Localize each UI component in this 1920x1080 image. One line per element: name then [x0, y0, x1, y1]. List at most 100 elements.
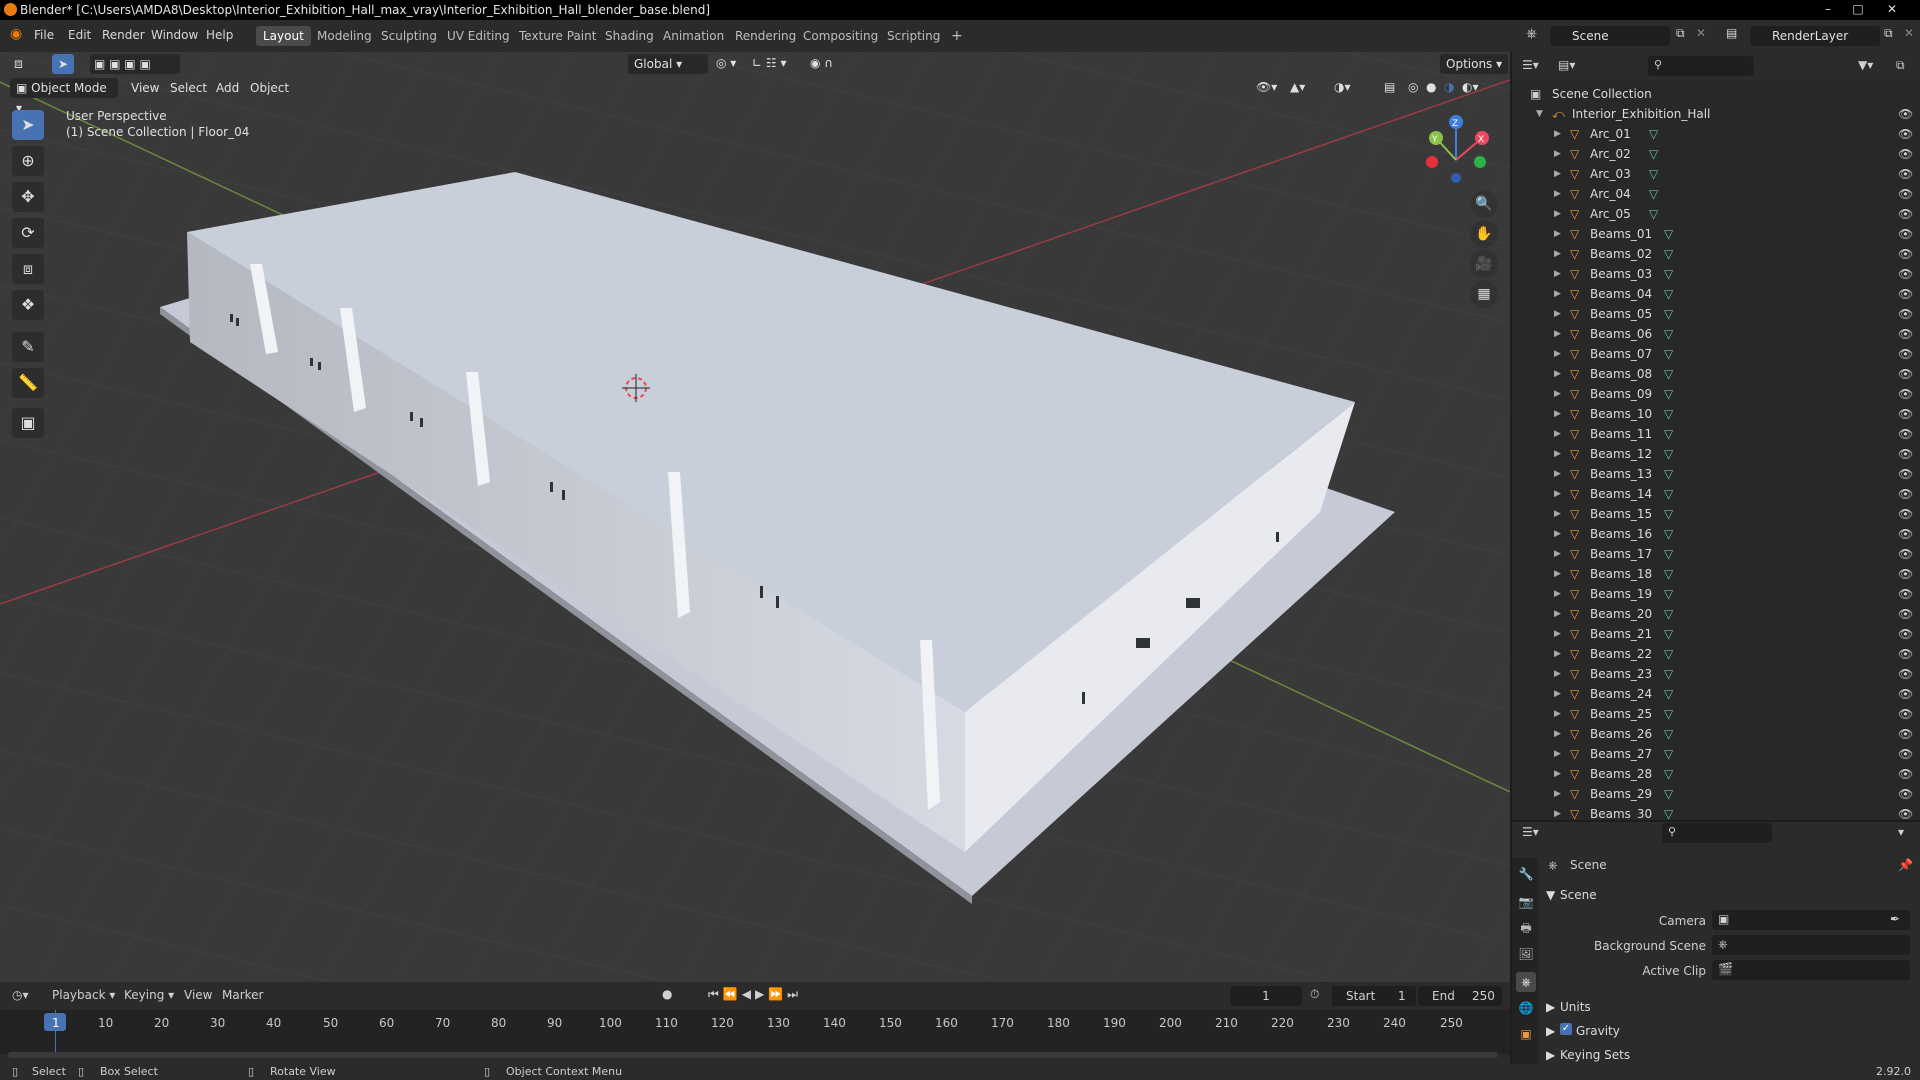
overlay-icon[interactable]: ◑▾ [1334, 80, 1351, 94]
keying-sets-expand-icon[interactable]: ▶ [1546, 1048, 1555, 1062]
ortho-toggle-icon[interactable]: ▦ [1470, 280, 1498, 308]
expand-icon[interactable]: ▶ [1554, 344, 1561, 364]
eye-icon[interactable]: 👁 [1898, 104, 1913, 124]
eye-icon[interactable]: 👁 [1898, 564, 1913, 584]
scene-section-title[interactable]: Scene [1560, 888, 1597, 902]
menu-keying[interactable]: Keying ▾ [124, 988, 174, 1002]
eye-icon[interactable]: 👁 [1898, 784, 1913, 804]
mesh-data-icon[interactable]: ▽ [1664, 564, 1673, 584]
camera-view-icon[interactable]: 🎥 [1470, 250, 1498, 278]
tab-modeling[interactable]: Modeling [310, 26, 379, 46]
pan-hand-icon[interactable]: ✋ [1470, 220, 1498, 248]
visibility-icon[interactable]: 👁▾ [1256, 80, 1277, 94]
mesh-data-icon[interactable]: ▽ [1664, 624, 1673, 644]
tab-scripting[interactable]: Scripting [880, 26, 947, 46]
outliner-editor-icon[interactable]: ☰▾ [1522, 58, 1539, 72]
expand-icon[interactable]: ▶ [1554, 244, 1561, 264]
tab-uv-editing[interactable]: UV Editing [440, 26, 517, 46]
outliner-item[interactable]: ▶ ▽ Beams_07 ▽ 👁 [1512, 344, 1920, 364]
eye-icon[interactable]: 👁 [1898, 444, 1913, 464]
outliner-item[interactable]: ▶ ▽ Beams_24 ▽ 👁 [1512, 684, 1920, 704]
eye-icon[interactable]: 👁 [1898, 324, 1913, 344]
select-box-tool-icon[interactable]: ➤ [12, 110, 44, 140]
eye-icon[interactable]: 👁 [1898, 204, 1913, 224]
maximize-icon[interactable]: □ [1846, 0, 1870, 20]
mesh-data-icon[interactable]: ▽ [1664, 464, 1673, 484]
expand-icon[interactable]: ▶ [1554, 444, 1561, 464]
menu-edit[interactable]: Edit [68, 28, 91, 42]
menu-select[interactable]: Select [170, 81, 207, 95]
mesh-data-icon[interactable]: ▽ [1664, 284, 1673, 304]
blender-menu-icon[interactable]: ◉ [10, 26, 22, 42]
expand-icon[interactable]: ▶ [1554, 704, 1561, 724]
current-frame-field[interactable]: 1 [1230, 986, 1302, 1006]
timeline-editor-icon[interactable]: ◷▾ [12, 988, 29, 1002]
outliner-item[interactable]: ▶ ▽ Beams_22 ▽ 👁 [1512, 644, 1920, 664]
outliner-item[interactable]: ▶ ▽ Beams_20 ▽ 👁 [1512, 604, 1920, 624]
delete-view-layer-icon[interactable]: ✕ [1904, 26, 1914, 40]
move-tool-icon[interactable]: ✥ [12, 182, 44, 212]
eye-icon[interactable]: 👁 [1898, 364, 1913, 384]
eye-icon[interactable]: 👁 [1898, 644, 1913, 664]
gravity-checkbox[interactable]: ✓ [1560, 1023, 1572, 1035]
tab-compositing[interactable]: Compositing [796, 26, 885, 46]
units-expand-icon[interactable]: ▶ [1546, 1000, 1555, 1014]
expand-icon[interactable]: ▶ [1554, 264, 1561, 284]
outliner-item[interactable]: ▶ ▽ Beams_19 ▽ 👁 [1512, 584, 1920, 604]
mesh-data-icon[interactable]: ▽ [1649, 144, 1658, 164]
expand-icon[interactable]: ▶ [1554, 124, 1561, 144]
output-tab-icon[interactable]: 🖶 [1516, 918, 1536, 938]
outliner-item[interactable]: ▶ ▽ Beams_25 ▽ 👁 [1512, 704, 1920, 724]
outliner-item[interactable]: ▶ ▽ Beams_01 ▽ 👁 [1512, 224, 1920, 244]
eye-icon[interactable]: 👁 [1898, 764, 1913, 784]
record-icon[interactable]: ● [662, 987, 672, 1001]
outliner-item[interactable]: ▶ ▽ Beams_14 ▽ 👁 [1512, 484, 1920, 504]
eye-icon[interactable]: 👁 [1898, 144, 1913, 164]
expand-icon[interactable]: ▶ [1554, 384, 1561, 404]
menu-object[interactable]: Object [250, 81, 289, 95]
expand-icon[interactable]: ▶ [1554, 764, 1561, 784]
end-frame-field[interactable]: End 250 [1418, 986, 1502, 1006]
outliner-item[interactable]: ▶ ▽ Beams_18 ▽ 👁 [1512, 564, 1920, 584]
mesh-data-icon[interactable]: ▽ [1664, 544, 1673, 564]
outliner-item[interactable]: ▶ ▽ Beams_23 ▽ 👁 [1512, 664, 1920, 684]
stopwatch-icon[interactable]: ⏱ [1310, 987, 1319, 1002]
pivot-icon[interactable]: ◎ ▾ [716, 56, 736, 70]
options-button[interactable]: Options ▾ [1440, 54, 1509, 74]
expand-icon[interactable]: ▶ [1554, 284, 1561, 304]
eye-icon[interactable]: 👁 [1898, 664, 1913, 684]
shading-material-icon[interactable]: ◑ [1444, 80, 1454, 94]
collapse-icon[interactable]: ▼ [1536, 104, 1543, 124]
outliner-item[interactable]: ▶ ▽ Beams_17 ▽ 👁 [1512, 544, 1920, 564]
annotate-tool-icon[interactable]: ✎ [12, 332, 44, 362]
eye-icon[interactable]: 👁 [1898, 344, 1913, 364]
mesh-data-icon[interactable]: ▽ [1664, 484, 1673, 504]
outliner-item[interactable]: ▶ ▽ Beams_21 ▽ 👁 [1512, 624, 1920, 644]
shading-wireframe-icon[interactable]: ◎ [1408, 80, 1418, 94]
mesh-data-icon[interactable]: ▽ [1664, 244, 1673, 264]
eye-icon[interactable]: 👁 [1898, 604, 1913, 624]
cursor-tool-icon[interactable]: ⊕ [12, 146, 44, 176]
outliner-item[interactable]: ▶ ▽ Beams_15 ▽ 👁 [1512, 504, 1920, 524]
mesh-data-icon[interactable]: ▽ [1649, 124, 1658, 144]
mesh-data-icon[interactable]: ▽ [1664, 324, 1673, 344]
eye-icon[interactable]: 👁 [1898, 504, 1913, 524]
outliner-item[interactable]: ▶ ▽ Arc_02 ▽ 👁 [1512, 144, 1920, 164]
mesh-data-icon[interactable]: ▽ [1664, 724, 1673, 744]
timeline-scrollbar[interactable] [8, 1052, 1498, 1058]
expand-icon[interactable]: ▶ [1554, 664, 1561, 684]
expand-icon[interactable]: ▶ [1554, 324, 1561, 344]
eye-icon[interactable]: 👁 [1898, 224, 1913, 244]
expand-icon[interactable]: ▶ [1554, 144, 1561, 164]
mesh-data-icon[interactable]: ▽ [1664, 384, 1673, 404]
eye-icon[interactable]: 👁 [1898, 384, 1913, 404]
tab-shading[interactable]: Shading [598, 26, 661, 46]
menu-render[interactable]: Render [102, 28, 145, 42]
outliner-item[interactable]: ▶ ▽ Arc_05 ▽ 👁 [1512, 204, 1920, 224]
scene-field[interactable]: Scene [1550, 26, 1670, 46]
zoom-icon[interactable]: 🔍 [1470, 190, 1498, 218]
outliner-item[interactable]: ▶ ▽ Beams_27 ▽ 👁 [1512, 744, 1920, 764]
tab-rendering[interactable]: Rendering [728, 26, 803, 46]
eye-icon[interactable]: 👁 [1898, 724, 1913, 744]
outliner-item[interactable]: ▶ ▽ Beams_05 ▽ 👁 [1512, 304, 1920, 324]
